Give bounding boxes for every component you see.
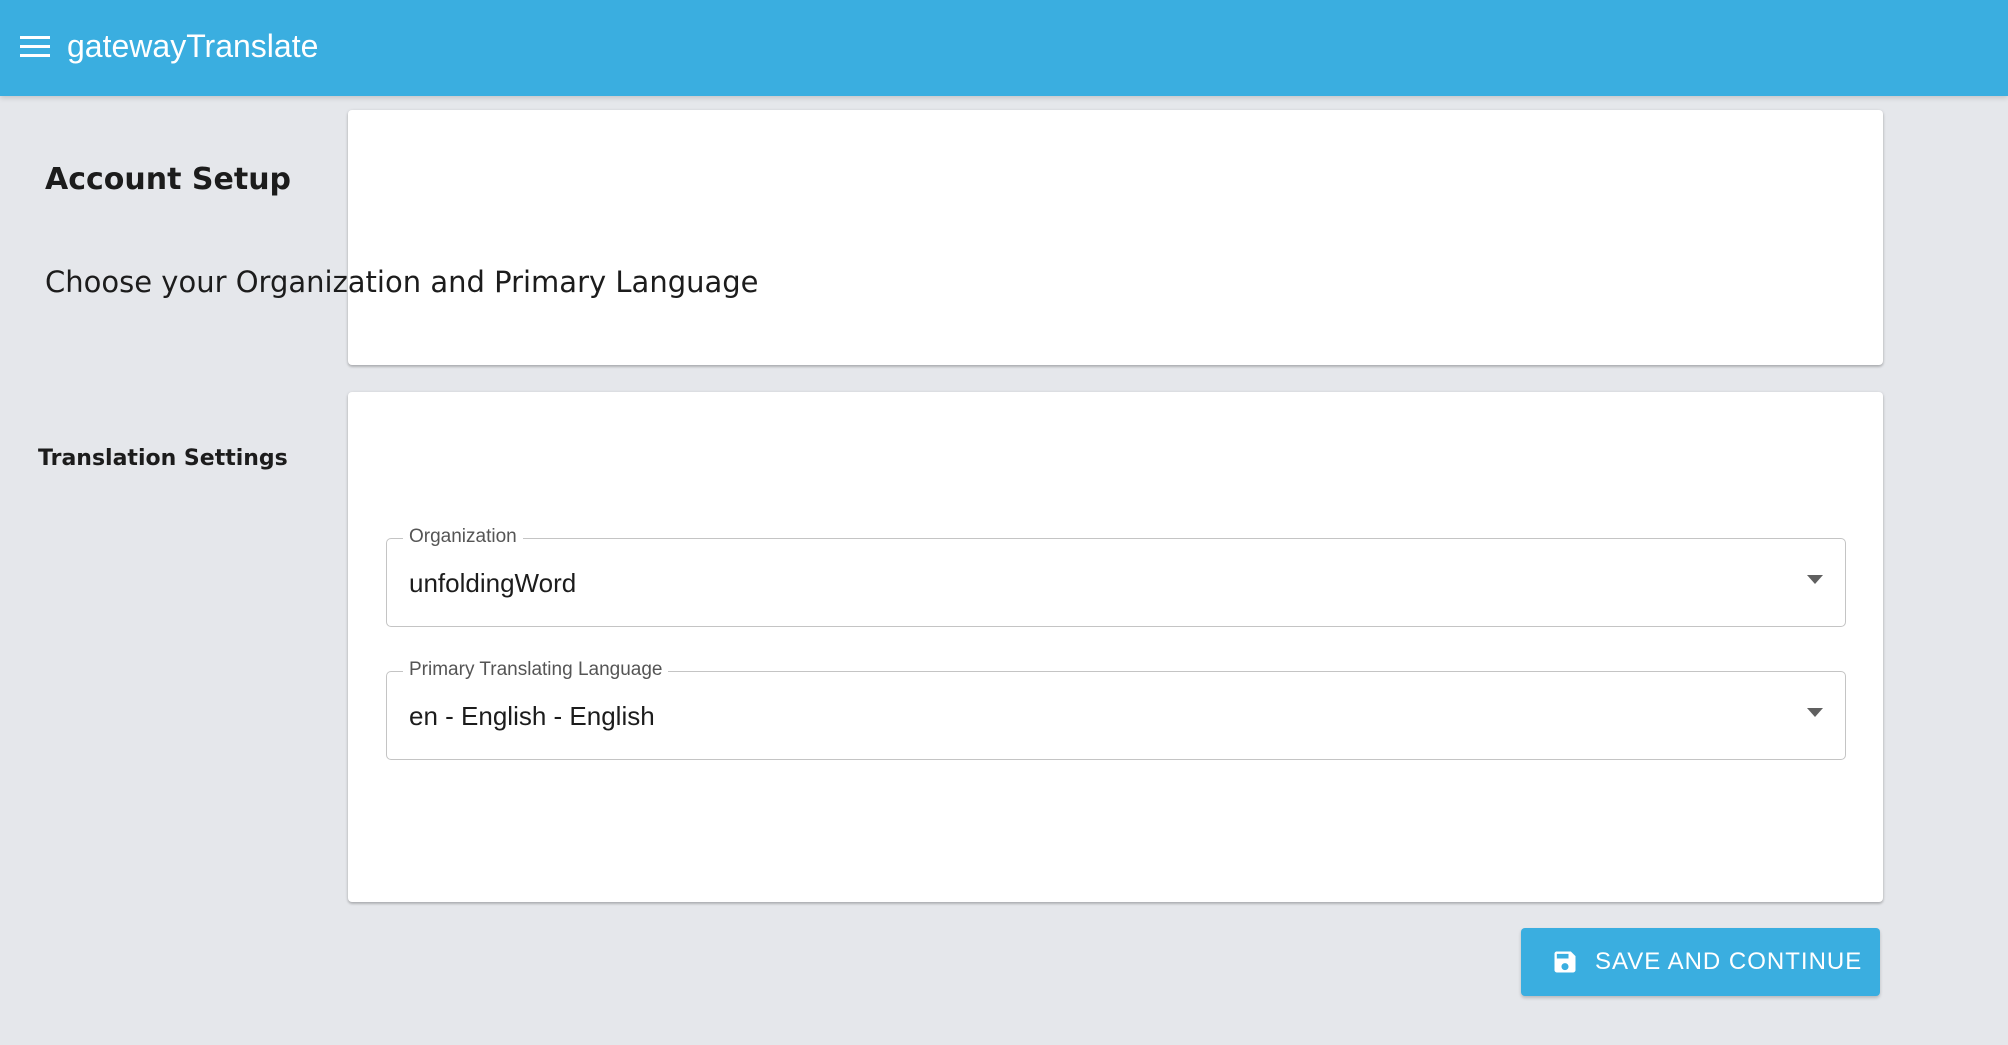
menu-button[interactable] xyxy=(10,22,60,72)
account-setup-card xyxy=(348,110,1883,365)
page-subtitle: Choose your Organization and Primary Lan… xyxy=(45,265,759,299)
organization-value: unfoldingWord xyxy=(409,568,577,598)
save-button-label: SAVE AND CONTINUE xyxy=(1595,948,1863,975)
organization-label: Organization xyxy=(403,525,523,549)
translation-settings-card xyxy=(348,392,1883,902)
app-title: gatewayTranslate xyxy=(67,28,319,64)
page-title: Account Setup xyxy=(45,162,292,197)
organization-select[interactable]: Organization unfoldingWord xyxy=(386,525,1846,627)
floppy-disk-icon xyxy=(1551,948,1579,976)
hamburger-menu-icon xyxy=(20,36,50,58)
primary-language-value: en - English - English xyxy=(409,701,655,731)
save-and-continue-button[interactable]: SAVE AND CONTINUE xyxy=(1521,928,1880,996)
chevron-down-icon xyxy=(1807,708,1823,717)
primary-language-label: Primary Translating Language xyxy=(403,658,669,682)
chevron-down-icon xyxy=(1807,575,1823,584)
section-title: Translation Settings xyxy=(38,446,288,471)
app-bar: gatewayTranslate xyxy=(0,0,2008,96)
primary-language-select[interactable]: Primary Translating Language en - Englis… xyxy=(386,658,1846,760)
